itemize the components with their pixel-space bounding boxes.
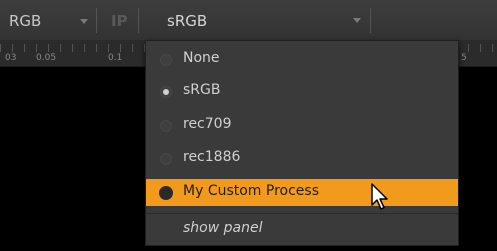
- radio-icon: [160, 54, 172, 66]
- viewer-window: RGB IP sRGB 03 0.05 0.1 5 None sRGB rec7…: [0, 0, 497, 251]
- radio-icon: [160, 120, 172, 132]
- menu-item-label: rec1886: [183, 149, 241, 165]
- mouse-pointer-icon: [371, 183, 388, 210]
- toolbar-separator: [370, 8, 371, 33]
- radio-icon: [160, 153, 172, 165]
- menu-item-none[interactable]: None: [146, 46, 458, 73]
- radio-checked-icon: [160, 86, 172, 98]
- viewer-process-select[interactable]: sRGB: [145, 10, 370, 36]
- menu-item-rec1886[interactable]: rec1886: [146, 145, 458, 172]
- toolbar-separator: [138, 8, 139, 33]
- chevron-down-icon: [353, 18, 361, 23]
- menu-item-srgb[interactable]: sRGB: [146, 78, 458, 105]
- viewer-process-select-value: sRGB: [167, 12, 208, 30]
- menu-item-my-custom-process[interactable]: My Custom Process: [146, 179, 458, 206]
- ruler-tick-label: 03: [5, 53, 17, 63]
- viewer-process-dropdown-menu: None sRGB rec709 rec1886 My Custom Proce…: [145, 40, 459, 246]
- ruler-tick-label: 0.1: [108, 53, 123, 63]
- menu-item-label: None: [183, 50, 220, 66]
- channel-select-value: RGB: [9, 12, 42, 30]
- menu-item-show-panel[interactable]: show panel: [146, 216, 458, 243]
- menu-item-rec709[interactable]: rec709: [146, 112, 458, 139]
- chevron-down-icon: [80, 19, 88, 24]
- ruler-tick-label: 0.05: [36, 53, 57, 63]
- menu-item-label: show panel: [183, 220, 263, 236]
- menu-item-label: My Custom Process: [183, 183, 320, 199]
- menu-item-label: rec709: [183, 116, 232, 132]
- input-process-toggle[interactable]: IP: [111, 12, 128, 30]
- ruler-tick-label: 5: [461, 53, 467, 63]
- toolbar-separator: [96, 8, 97, 33]
- viewer-toolbar: RGB IP sRGB: [0, 0, 497, 41]
- radio-icon: [159, 186, 173, 200]
- menu-divider: [146, 213, 458, 214]
- menu-item-label: sRGB: [183, 82, 221, 98]
